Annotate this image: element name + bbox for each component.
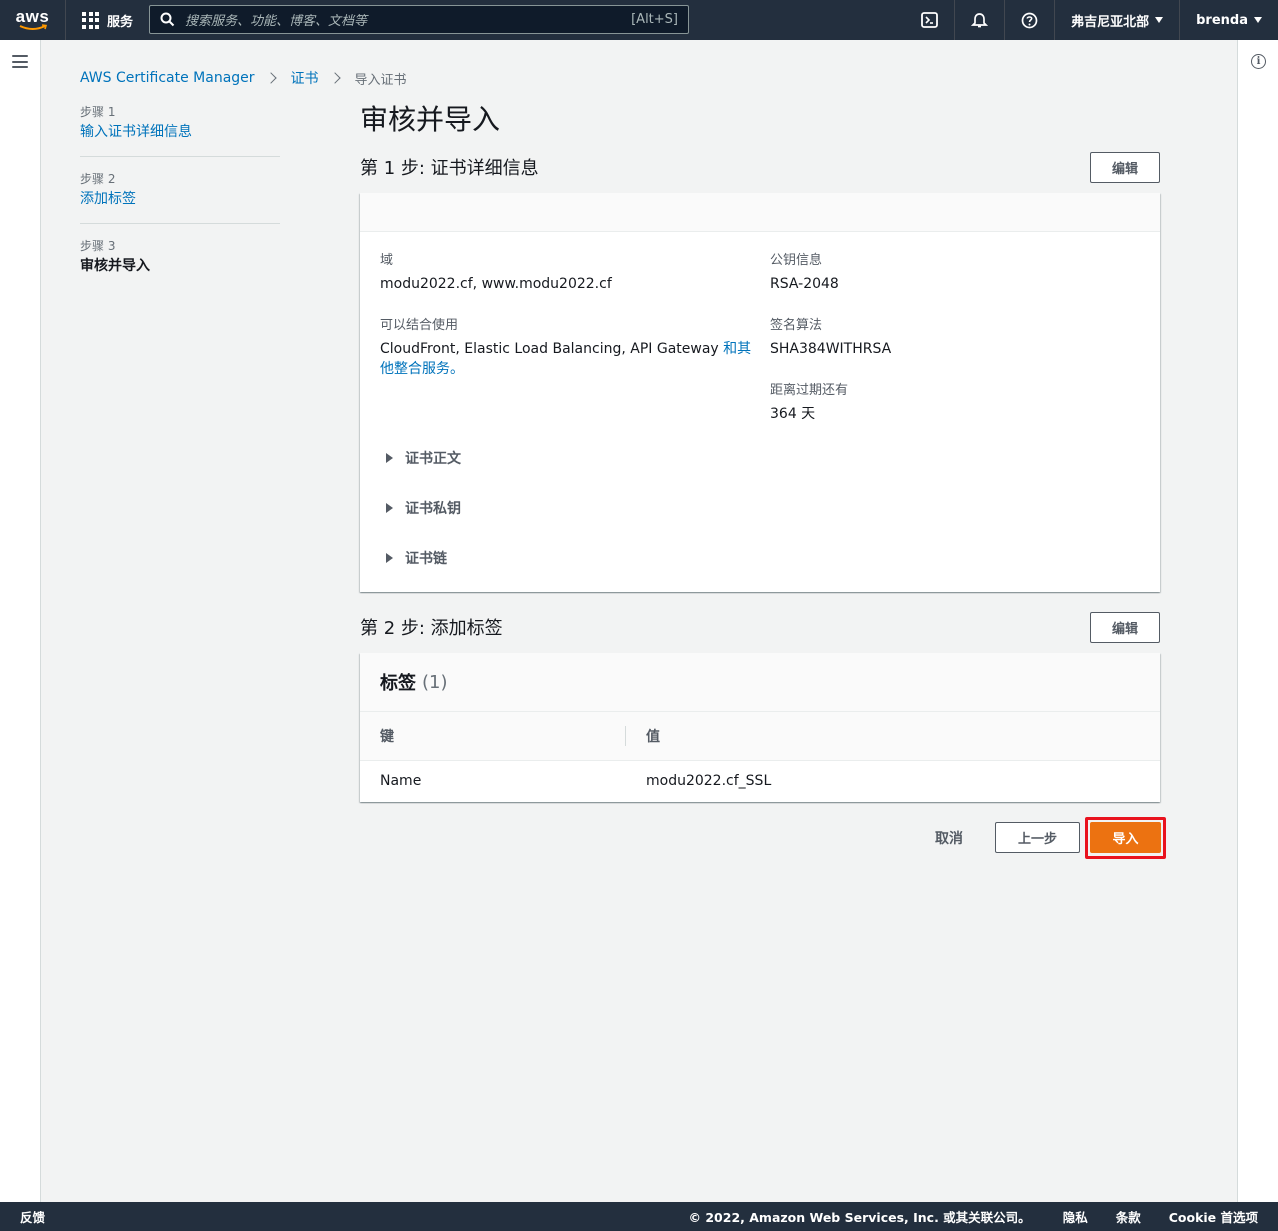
copyright-text: © 2022, Amazon Web Services, Inc. 或其关联公司… — [688, 1210, 1031, 1225]
tag-value-cell: modu2022.cf_SSL — [646, 773, 772, 789]
step-1: 步骤 1 输入证书详细信息 — [80, 104, 280, 157]
privacy-link[interactable]: 隐私 — [1063, 1207, 1088, 1226]
cloudshell-button[interactable] — [904, 0, 954, 40]
usable-with-text: CloudFront, Elastic Load Balancing, API … — [380, 341, 724, 357]
info-icon[interactable]: i — [1251, 54, 1266, 69]
region-label: 弗吉尼亚北部 — [1071, 14, 1150, 30]
step-1-link[interactable]: 输入证书详细信息 — [80, 122, 280, 142]
caret-right-icon — [386, 503, 393, 513]
search-input[interactable]: 搜索服务、功能、博客、文档等 [Alt+S] — [149, 5, 689, 34]
cloudshell-icon — [920, 12, 938, 28]
step-3-number: 步骤 3 — [80, 239, 116, 253]
region-selector[interactable]: 弗吉尼亚北部 — [1054, 0, 1179, 40]
expiry-value: 364 天 — [770, 406, 816, 422]
tags-panel: 标签 (1) 键 值 Name modu2022.cf_SSL — [360, 653, 1160, 802]
tag-key-cell: Name — [380, 773, 422, 789]
domain-field: 域 modu2022.cf, www.modu2022.cf — [380, 249, 750, 294]
certificate-details-panel: 域 modu2022.cf, www.modu2022.cf 可以结合使用 Cl… — [360, 193, 1160, 592]
certificate-body-label: 证书正文 — [405, 451, 461, 467]
table-row: Name modu2022.cf_SSL — [360, 761, 1160, 801]
public-key-label: 公钥信息 — [770, 253, 823, 268]
bell-icon — [971, 12, 989, 27]
certificate-body-expander[interactable]: 证书正文 — [386, 448, 461, 468]
search-shortcut: [Alt+S] — [631, 12, 678, 27]
step-3: 步骤 3 审核并导入 — [80, 238, 280, 290]
chevron-right-icon — [328, 72, 341, 84]
caret-down-icon — [1254, 17, 1262, 23]
signature-algorithm-value: SHA384WITHRSA — [770, 341, 892, 357]
column-header-key: 键 — [380, 729, 394, 745]
section-2-title: 第 2 步: 添加标签 — [360, 618, 503, 639]
public-key-field: 公钥信息 RSA-2048 — [770, 249, 839, 294]
tags-count: (1) — [422, 671, 448, 693]
help-button[interactable] — [1004, 0, 1054, 40]
notifications-button[interactable] — [954, 0, 1004, 40]
search-icon — [160, 12, 175, 27]
step-2: 步骤 2 添加标签 — [80, 171, 280, 224]
services-label: 服务 — [107, 14, 134, 30]
page-title: 审核并导入 — [360, 103, 501, 136]
tags-title: 标签 — [380, 673, 416, 694]
smile-arrow-icon — [19, 23, 47, 30]
terms-link[interactable]: 条款 — [1116, 1207, 1141, 1226]
signature-algorithm-field: 签名算法 SHA384WITHRSA — [770, 314, 891, 359]
caret-down-icon — [1155, 17, 1164, 23]
breadcrumb-current: 导入证书 — [354, 72, 407, 88]
domain-label: 域 — [380, 253, 394, 268]
tags-table-header: 键 值 — [360, 712, 1160, 761]
edit-step-1-button[interactable]: 编辑 — [1090, 152, 1160, 183]
usable-with-field: 可以结合使用 CloudFront, Elastic Load Balancin… — [380, 314, 752, 379]
expiry-label: 距离过期还有 — [770, 383, 849, 398]
import-button[interactable]: 导入 — [1090, 822, 1161, 853]
breadcrumb-acm-link[interactable]: AWS Certificate Manager — [80, 70, 255, 86]
aws-logo[interactable]: aws — [0, 0, 66, 40]
certificate-chain-label: 证书链 — [405, 551, 447, 567]
left-rail — [0, 40, 41, 1202]
column-header-value: 值 — [646, 729, 660, 745]
step-3-current: 审核并导入 — [80, 258, 150, 274]
services-menu-button[interactable]: 服务 — [66, 0, 149, 40]
grid-icon — [82, 11, 99, 29]
wizard-steps: 步骤 1 输入证书详细信息 步骤 2 添加标签 步骤 3 审核并导入 — [80, 104, 280, 304]
right-rail: i — [1237, 40, 1278, 1202]
user-menu[interactable]: brenda — [1179, 0, 1278, 40]
top-navigation: aws 服务 搜索服务、功能、博客、文档等 [Alt+S] 弗吉尼亚北部 bre… — [0, 0, 1278, 40]
public-key-value: RSA-2048 — [770, 276, 839, 292]
caret-right-icon — [386, 553, 393, 563]
feedback-link[interactable]: 反馈 — [20, 1207, 45, 1226]
signature-algorithm-label: 签名算法 — [770, 318, 823, 333]
section-1-title: 第 1 步: 证书详细信息 — [360, 158, 539, 179]
private-key-expander[interactable]: 证书私钥 — [386, 498, 461, 518]
domain-value: modu2022.cf, www.modu2022.cf — [380, 276, 612, 292]
help-icon — [1021, 12, 1038, 28]
chevron-right-icon — [264, 72, 277, 84]
search-placeholder: 搜索服务、功能、博客、文档等 — [185, 14, 368, 29]
panel-header — [360, 193, 1160, 232]
usable-with-label: 可以结合使用 — [380, 318, 459, 333]
edit-step-2-button[interactable]: 编辑 — [1090, 612, 1160, 643]
usable-with-value: CloudFront, Elastic Load Balancing, API … — [380, 339, 752, 379]
breadcrumb-certificates-link[interactable]: 证书 — [291, 68, 319, 88]
expiry-field: 距离过期还有 364 天 — [770, 379, 848, 424]
footer: 反馈 © 2022, Amazon Web Services, Inc. 或其关… — [0, 1202, 1278, 1231]
menu-icon[interactable] — [12, 55, 28, 68]
caret-right-icon — [386, 453, 393, 463]
cancel-button[interactable]: 取消 — [935, 828, 963, 848]
tags-header: 标签 (1) — [360, 653, 1160, 712]
user-label: brenda — [1196, 12, 1248, 28]
private-key-label: 证书私钥 — [405, 501, 461, 517]
previous-button[interactable]: 上一步 — [995, 822, 1080, 853]
step-2-number: 步骤 2 — [80, 172, 116, 186]
certificate-chain-expander[interactable]: 证书链 — [386, 548, 447, 568]
aws-logo-text: aws — [15, 6, 50, 26]
breadcrumb: AWS Certificate Manager 证书 导入证书 — [80, 68, 407, 88]
cookie-preferences-link[interactable]: Cookie 首选项 — [1169, 1207, 1258, 1226]
step-2-link[interactable]: 添加标签 — [80, 189, 280, 209]
step-1-number: 步骤 1 — [80, 105, 116, 119]
